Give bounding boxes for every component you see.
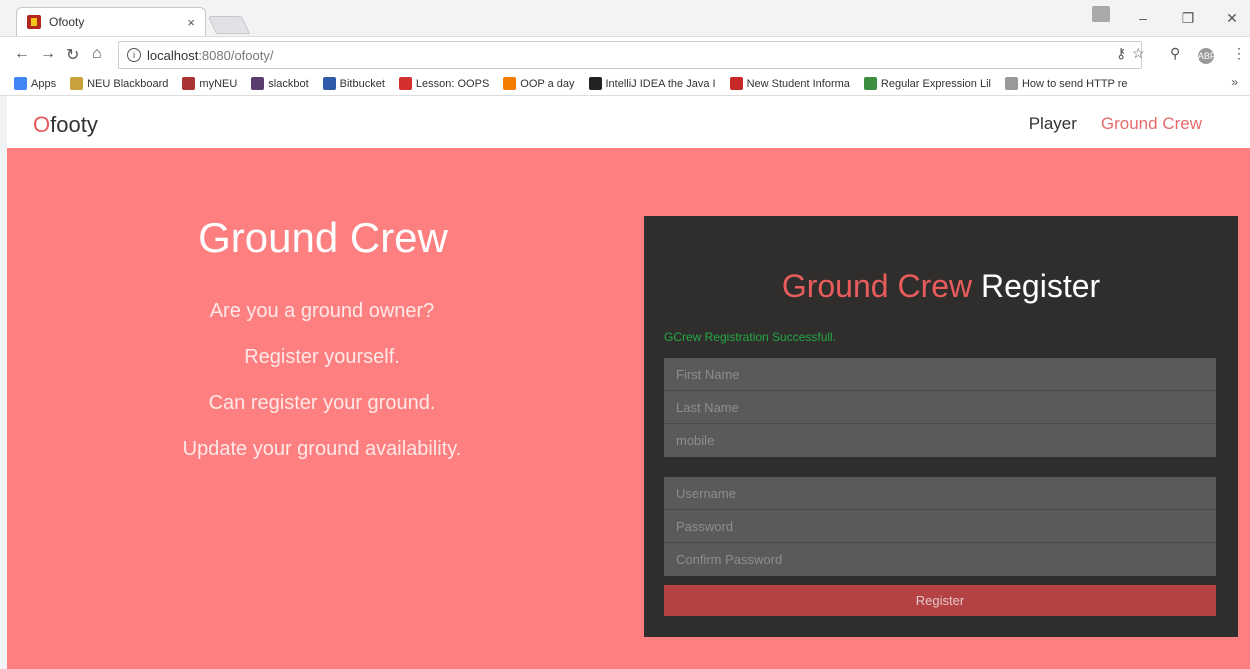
location-icon[interactable]: ⚲ <box>1170 45 1180 62</box>
url-path: :8080/ofooty/ <box>198 47 274 63</box>
nav-player[interactable]: Player <box>1029 114 1077 134</box>
last-name-input[interactable]: Last Name <box>664 391 1216 424</box>
tab-strip: Ofooty × – ❐ ✕ <box>0 0 1250 36</box>
brand-logo[interactable]: Ofooty <box>33 112 98 138</box>
bookmarks-more-icon[interactable]: » <box>1231 75 1238 89</box>
bookmark-item[interactable]: Regular Expression Lil <box>863 77 991 90</box>
bookmark-icon <box>588 77 602 90</box>
hero-section: Ground Crew Are you a ground owner? Regi… <box>7 148 1250 669</box>
new-tab-button[interactable] <box>207 16 251 34</box>
url-host: localhost <box>147 47 199 63</box>
restore-icon[interactable]: ❐ <box>1176 6 1200 30</box>
bookmark-item[interactable]: IntelliJ IDEA the Java I <box>588 77 716 90</box>
bookmark-item[interactable]: Bitbucket <box>322 77 385 90</box>
minimize-icon[interactable]: – <box>1131 6 1155 30</box>
forward-icon[interactable]: → <box>40 45 56 63</box>
username-input[interactable]: Username <box>664 477 1216 510</box>
bookmark-item[interactable]: How to send HTTP re <box>1004 77 1128 90</box>
account-fields: Username Password Confirm Password <box>664 477 1216 576</box>
bookmark-icon <box>251 77 265 90</box>
hero-description: Are you a ground owner? Register yoursel… <box>137 288 507 472</box>
mobile-input[interactable]: mobile <box>664 424 1216 457</box>
hero-title: Ground Crew <box>198 214 448 261</box>
bookmark-item[interactable]: New Student Informa <box>729 77 850 90</box>
first-name-input[interactable]: First Name <box>664 358 1216 391</box>
bookmark-icon <box>729 77 743 90</box>
bookmark-item[interactable]: NEU Blackboard <box>70 77 168 90</box>
address-bar[interactable]: i localhost :8080/ofooty/ <box>118 41 1142 69</box>
hero-line: Are you a ground owner? <box>209 300 435 322</box>
success-message: GCrew Registration Successfull. <box>664 330 837 344</box>
tab-title: Ofooty <box>49 15 85 29</box>
star-icon[interactable]: ☆ <box>1132 45 1145 62</box>
bookmark-icon <box>503 77 517 90</box>
bookmark-item[interactable]: myNEU <box>182 77 237 90</box>
hero-line: Can register your ground. <box>208 392 436 414</box>
favicon-icon <box>27 15 41 29</box>
bookmark-icon <box>14 77 27 90</box>
close-window-icon[interactable]: ✕ <box>1220 6 1244 30</box>
bookmark-icon <box>182 77 196 90</box>
bookmark-item[interactable]: Apps <box>14 77 56 90</box>
back-icon[interactable]: ← <box>14 45 30 63</box>
bookmark-item[interactable]: slackbot <box>251 77 309 90</box>
browser-toolbar: ← → ↻ ⌂ i localhost :8080/ofooty/ ⚷ ☆ ⚲ … <box>0 36 1250 72</box>
nav-links: Player Ground Crew <box>1029 114 1202 134</box>
confirm-password-input[interactable]: Confirm Password <box>664 543 1216 576</box>
info-icon[interactable]: i <box>127 48 141 62</box>
register-panel: Ground Crew Register GCrew Registration … <box>644 216 1238 637</box>
personal-fields: First Name Last Name mobile <box>664 358 1216 457</box>
nav-ground-crew[interactable]: Ground Crew <box>1101 114 1202 134</box>
profile-icon[interactable] <box>1092 6 1110 22</box>
home-icon[interactable]: ⌂ <box>92 45 102 63</box>
bookmark-icon <box>322 77 336 90</box>
hero-line: Update your ground availability. <box>182 438 462 460</box>
bookmark-item[interactable]: OOP a day <box>503 77 575 90</box>
reload-icon[interactable]: ↻ <box>66 45 79 65</box>
adblock-icon[interactable]: ABP <box>1198 48 1216 64</box>
close-icon[interactable]: × <box>187 15 195 30</box>
bookmarks-bar: Apps NEU Blackboard myNEU slackbot Bitbucket… <box>0 72 1250 96</box>
panel-title: Ground Crew Register <box>781 268 1101 304</box>
site-navbar: Ofooty Player Ground Crew <box>7 96 1250 148</box>
hero-line: Register yourself. <box>244 346 400 368</box>
key-icon[interactable]: ⚷ <box>1116 45 1126 62</box>
browser-tab[interactable]: Ofooty × <box>16 7 206 36</box>
bookmark-icon <box>398 77 412 90</box>
page: Ofooty Player Ground Crew Ground Crew Ar… <box>7 96 1250 669</box>
bookmark-icon <box>863 77 877 90</box>
password-input[interactable]: Password <box>664 510 1216 543</box>
register-button[interactable]: Register <box>664 585 1216 616</box>
menu-icon[interactable]: ⋮ <box>1232 45 1246 62</box>
bookmark-icon <box>70 77 84 90</box>
bookmark-item[interactable]: Lesson: OOPS <box>398 77 489 90</box>
bookmark-icon <box>1004 77 1018 90</box>
